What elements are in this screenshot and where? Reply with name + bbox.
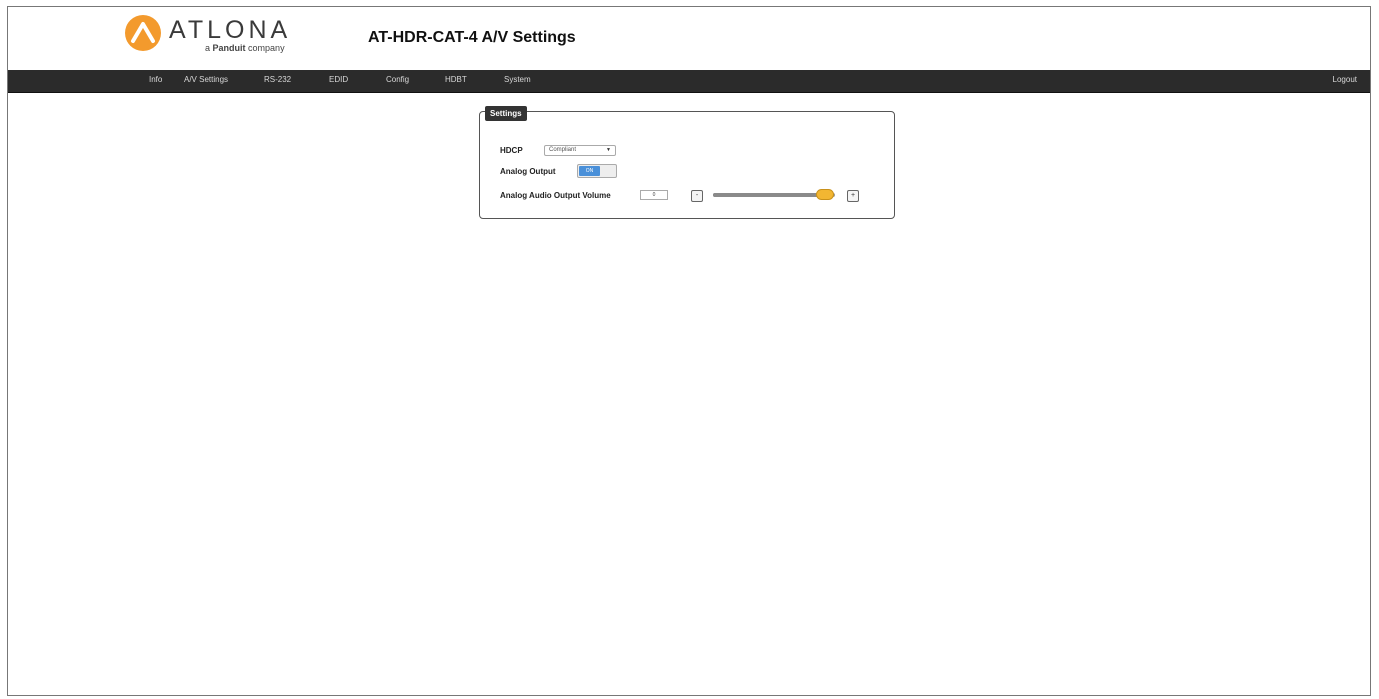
nav-item-rs232[interactable]: RS-232 (264, 75, 291, 84)
volume-decrease-button[interactable]: - (691, 190, 703, 202)
hdcp-select-value: Compliant (549, 147, 577, 153)
logout-link[interactable]: Logout (1333, 75, 1357, 84)
brand-sub-suffix: company (248, 43, 285, 53)
analog-output-toggle[interactable]: ON (577, 164, 617, 178)
settings-panel: Settings HDCP Compliant ▼ Analog Output … (479, 106, 895, 219)
volume-value-field[interactable]: 0 (640, 190, 668, 200)
volume-slider-fill (713, 193, 826, 197)
nav-item-config[interactable]: Config (386, 75, 409, 84)
volume-increase-button[interactable]: + (847, 190, 859, 202)
page-title: AT-HDR-CAT-4 A/V Settings (368, 29, 576, 46)
brand-subtitle: a Panduit company (205, 43, 285, 53)
nav-item-info[interactable]: Info (149, 75, 162, 84)
nav-bar: Info A/V Settings RS-232 EDID Config HDB… (8, 70, 1370, 93)
nav-item-edid[interactable]: EDID (329, 75, 348, 84)
volume-slider[interactable] (713, 189, 835, 200)
brand-sub-strong: Panduit (212, 43, 246, 53)
toggle-on-state: ON (579, 166, 600, 176)
settings-legend: Settings (485, 106, 527, 121)
brand-name: ATLONA (169, 16, 292, 44)
app-frame: ATLONA a Panduit company AT-HDR-CAT-4 A/… (7, 6, 1371, 696)
hdcp-select[interactable]: Compliant ▼ (544, 145, 616, 156)
nav-item-hdbt[interactable]: HDBT (445, 75, 467, 84)
volume-slider-thumb[interactable] (816, 189, 835, 200)
chevron-down-icon: ▼ (606, 147, 611, 153)
brand-sub-prefix: a (205, 43, 211, 53)
atlona-logo-icon (125, 15, 161, 51)
nav-item-system[interactable]: System (504, 75, 531, 84)
hdcp-label: HDCP (500, 146, 523, 155)
nav-item-av-settings[interactable]: A/V Settings (184, 75, 228, 84)
volume-label: Analog Audio Output Volume (500, 191, 611, 200)
header: ATLONA a Panduit company AT-HDR-CAT-4 A/… (8, 7, 1370, 70)
brand-logo: ATLONA a Panduit company (123, 13, 303, 57)
analog-output-label: Analog Output (500, 167, 556, 176)
